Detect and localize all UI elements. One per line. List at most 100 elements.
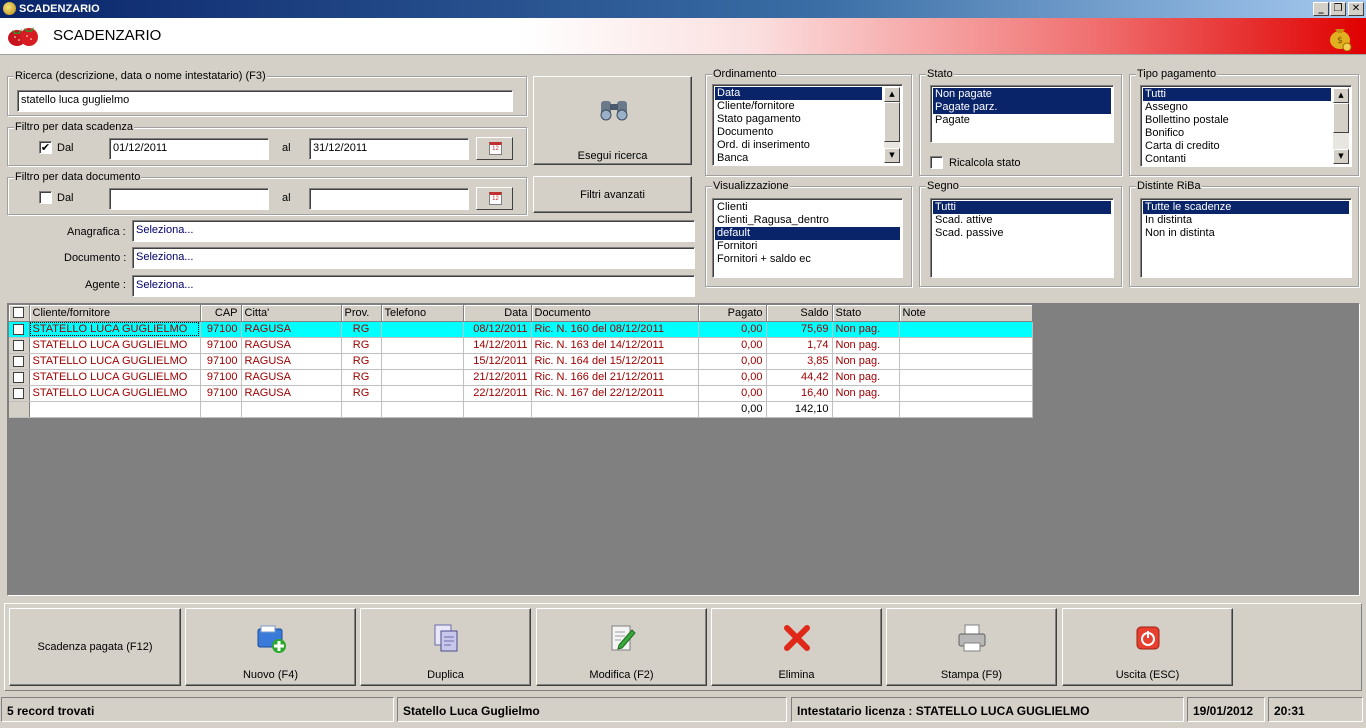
column-header[interactable]: Stato <box>832 305 900 322</box>
recalc-status-checkbox[interactable] <box>930 156 943 169</box>
column-header[interactable]: Citta' <box>241 305 342 322</box>
row-checkbox[interactable] <box>13 387 25 399</box>
column-header[interactable]: CAP <box>200 305 242 322</box>
column-header[interactable]: Prov. <box>341 305 382 322</box>
sign-option[interactable]: Tutti <box>933 201 1111 214</box>
view-option[interactable]: Clienti <box>715 201 900 214</box>
document-select[interactable]: Seleziona... <box>132 247 695 269</box>
doc-date-to-field[interactable] <box>309 188 469 210</box>
column-header[interactable]: Saldo <box>766 305 833 322</box>
status-option[interactable]: Pagate <box>933 114 1111 127</box>
column-header[interactable]: Note <box>899 305 1033 322</box>
edit-button[interactable]: Modifica (F2) <box>536 608 707 686</box>
cell-balance: 1,74 <box>766 337 833 354</box>
due-date-to-field[interactable]: 31/12/2011 <box>309 138 469 160</box>
riba-option[interactable]: Tutte le scadenze <box>1143 201 1349 214</box>
mark-paid-button[interactable]: Scadenza pagata (F12) <box>9 608 181 686</box>
advanced-filters-button[interactable]: Filtri avanzati <box>533 176 692 213</box>
sort-option[interactable]: Documento <box>715 126 900 139</box>
column-header[interactable]: Documento <box>531 305 699 322</box>
delete-button[interactable]: Elimina <box>711 608 882 686</box>
select-all-column[interactable] <box>9 305 30 322</box>
due-date-from-field[interactable]: 01/12/2011 <box>109 138 269 160</box>
payment-type-option[interactable]: Contanti <box>1143 153 1349 166</box>
row-checkbox-cell[interactable] <box>9 321 30 338</box>
status-option[interactable]: Pagate parz. <box>933 101 1111 114</box>
view-option[interactable]: Fornitori <box>715 240 900 253</box>
doc-date-calendar-button[interactable]: 12 <box>476 187 513 210</box>
close-button[interactable]: ✕ <box>1348 2 1364 16</box>
sort-option[interactable]: Stato pagamento <box>715 113 900 126</box>
payment-type-option[interactable]: Carta di credito <box>1143 140 1349 153</box>
column-header[interactable]: Telefono <box>381 305 464 322</box>
row-checkbox-cell[interactable] <box>9 369 30 386</box>
row-checkbox-cell[interactable] <box>9 385 30 402</box>
run-search-button[interactable]: Esegui ricerca <box>533 76 692 165</box>
table-row[interactable]: STATELLO LUCA GUGLIELMO 97100 RAGUSA RG … <box>9 385 1033 402</box>
column-header[interactable]: Cliente/fornitore <box>29 305 201 322</box>
cell-prov: RG <box>341 369 382 386</box>
sign-list[interactable]: Tutti Scad. attive Scad. passive <box>930 198 1114 278</box>
select-all-checkbox[interactable] <box>13 307 25 319</box>
doc-date-filter-checkbox[interactable] <box>39 191 52 204</box>
row-checkbox-cell[interactable] <box>9 353 30 370</box>
exit-button[interactable]: Uscita (ESC) <box>1062 608 1233 686</box>
row-checkbox[interactable] <box>13 339 25 351</box>
table-row[interactable]: STATELLO LUCA GUGLIELMO 97100 RAGUSA RG … <box>9 337 1033 354</box>
scroll-thumb[interactable] <box>884 102 900 142</box>
restore-button[interactable]: ❐ <box>1330 2 1346 16</box>
row-checkbox[interactable] <box>13 371 25 383</box>
duplicate-button[interactable]: Duplica <box>360 608 531 686</box>
table-row[interactable]: STATELLO LUCA GUGLIELMO 97100 RAGUSA RG … <box>9 353 1033 370</box>
view-option[interactable]: Clienti_Ragusa_dentro <box>715 214 900 227</box>
cell-notes <box>899 369 1033 386</box>
riba-list[interactable]: Tutte le scadenze In distinta Non in dis… <box>1140 198 1352 278</box>
payment-type-scrollbar[interactable]: ▲ ▼ <box>1333 88 1349 164</box>
due-date-calendar-button[interactable]: 12 <box>476 137 513 160</box>
payment-type-option[interactable]: Assegno <box>1143 101 1349 114</box>
scroll-down-icon[interactable]: ▼ <box>884 148 900 163</box>
sign-option[interactable]: Scad. attive <box>933 214 1111 227</box>
due-date-filter-checkbox[interactable]: ✔ <box>39 141 52 154</box>
empty-cell <box>241 401 342 418</box>
scroll-up-icon[interactable]: ▲ <box>884 87 900 102</box>
search-input[interactable]: statello luca guglielmo <box>17 90 513 112</box>
row-checkbox-cell[interactable] <box>9 337 30 354</box>
view-option[interactable]: default <box>715 227 900 240</box>
sign-option[interactable]: Scad. passive <box>933 227 1111 240</box>
sort-option[interactable]: Cliente/fornitore <box>715 100 900 113</box>
column-header[interactable]: Pagato <box>698 305 767 322</box>
view-list[interactable]: Clienti Clienti_Ragusa_dentro default Fo… <box>712 198 903 278</box>
new-button[interactable]: Nuovo (F4) <box>185 608 356 686</box>
row-checkbox[interactable] <box>13 323 25 335</box>
minimize-button[interactable]: _ <box>1313 2 1329 16</box>
results-grid[interactable]: Cliente/fornitore CAP Citta' Prov. Telef… <box>7 303 1360 596</box>
sort-option[interactable]: Ord. di inserimento <box>715 139 900 152</box>
riba-option[interactable]: Non in distinta <box>1143 227 1349 240</box>
cell-client: STATELLO LUCA GUGLIELMO <box>29 321 201 338</box>
print-button[interactable]: Stampa (F9) <box>886 608 1057 686</box>
row-checkbox[interactable] <box>13 355 25 367</box>
status-list[interactable]: Non pagate Pagate parz. Pagate <box>930 85 1114 143</box>
riba-option[interactable]: In distinta <box>1143 214 1349 227</box>
payment-type-option[interactable]: Bonifico <box>1143 127 1349 140</box>
table-row[interactable]: STATELLO LUCA GUGLIELMO 97100 RAGUSA RG … <box>9 321 1033 338</box>
scroll-down-icon[interactable]: ▼ <box>1333 149 1349 164</box>
sort-list[interactable]: Data Cliente/fornitore Stato pagamento D… <box>712 84 903 166</box>
scroll-up-icon[interactable]: ▲ <box>1333 88 1349 103</box>
cell-city: RAGUSA <box>241 369 342 386</box>
sort-option[interactable]: Data <box>715 87 882 100</box>
column-header[interactable]: Data <box>463 305 532 322</box>
registry-select[interactable]: Seleziona... <box>132 220 695 242</box>
agent-select[interactable]: Seleziona... <box>132 275 695 297</box>
view-option[interactable]: Fornitori + saldo ec <box>715 253 900 266</box>
scroll-thumb[interactable] <box>1333 103 1349 133</box>
doc-date-from-field[interactable] <box>109 188 269 210</box>
payment-type-option[interactable]: Bollettino postale <box>1143 114 1349 127</box>
table-row[interactable]: STATELLO LUCA GUGLIELMO 97100 RAGUSA RG … <box>9 369 1033 386</box>
payment-type-list[interactable]: Tutti Assegno Bollettino postale Bonific… <box>1140 85 1352 167</box>
status-option[interactable]: Non pagate <box>933 88 1111 101</box>
sort-scrollbar[interactable]: ▲ ▼ <box>884 87 900 163</box>
sort-option[interactable]: Banca <box>715 152 900 165</box>
payment-type-option[interactable]: Tutti <box>1143 88 1331 101</box>
